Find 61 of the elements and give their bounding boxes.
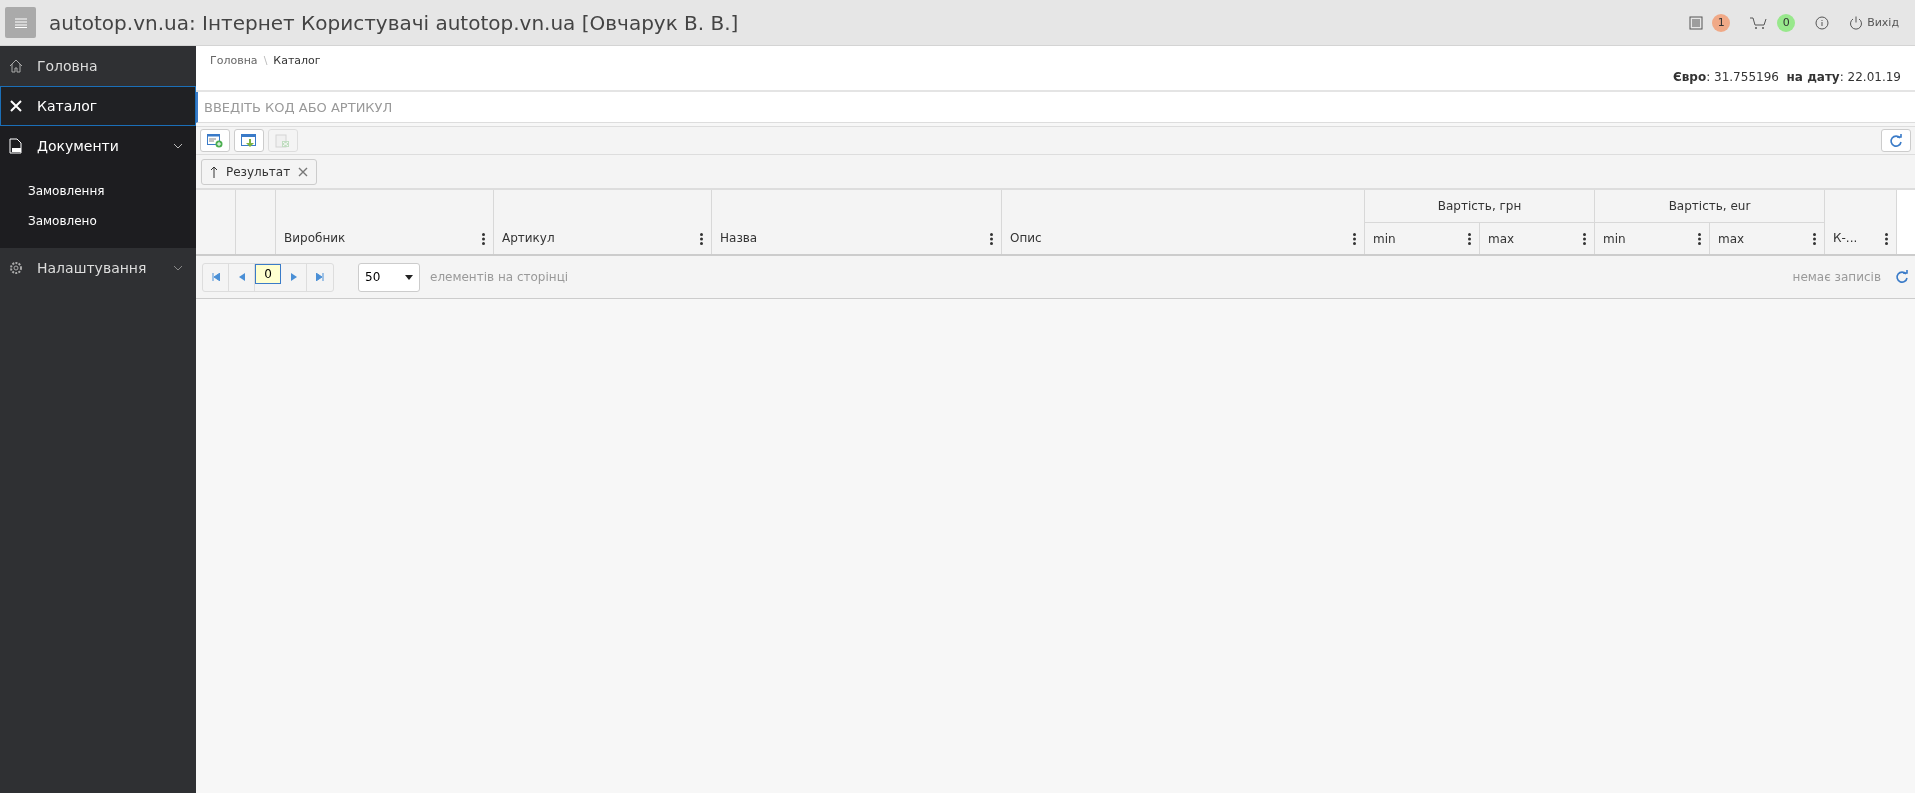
arrow-up-icon	[210, 165, 218, 178]
column-group-header: Вартість, eur	[1595, 190, 1825, 222]
last-page-icon	[316, 273, 324, 281]
next-page-icon	[290, 273, 297, 281]
page-number[interactable]: 0	[255, 263, 281, 284]
column-header[interactable]: Артикул	[494, 190, 712, 254]
submenu-item[interactable]: Замовлено	[0, 206, 196, 236]
breadcrumb-link[interactable]: Головна	[210, 54, 258, 67]
column-header[interactable]: Опис	[1002, 190, 1365, 254]
logout-button[interactable]: Вихід	[1849, 15, 1899, 30]
chevron-icon	[173, 265, 183, 271]
toolbar-button[interactable]	[200, 129, 230, 152]
home-icon	[9, 59, 23, 73]
column-menu-icon[interactable]	[1583, 232, 1586, 245]
submenu-item[interactable]: Замовлення	[0, 176, 196, 206]
add-table-icon	[207, 133, 223, 148]
excel-export-icon	[275, 133, 291, 148]
search-field[interactable]: ВВЕДІТЬ КОД АБО АРТИКУЛ	[196, 92, 1915, 123]
app-title: autotop.vn.ua: Інтернет Користувачі autotop.vn.ua [Овчарук В. В.]	[49, 10, 739, 35]
column-menu-icon[interactable]	[1468, 232, 1471, 245]
power-icon	[1849, 15, 1864, 30]
group-chip-label: Результат	[226, 164, 291, 179]
column-menu-icon[interactable]	[1885, 233, 1888, 245]
column-header[interactable]: min	[1365, 222, 1480, 254]
column-menu-icon[interactable]	[700, 233, 703, 245]
previous-page-icon	[238, 273, 245, 281]
records-status: немає записів	[1792, 270, 1881, 284]
column-menu-icon[interactable]	[1698, 232, 1701, 245]
column-header[interactable]: min	[1595, 222, 1710, 254]
chevron-icon	[173, 143, 183, 149]
page-size-dropdown[interactable]: 50	[358, 262, 420, 292]
count-badge: 0	[1777, 13, 1796, 32]
breadcrumb-separator: \	[263, 54, 268, 67]
gear-icon	[9, 261, 23, 275]
column-header[interactable]: Назва	[712, 190, 1002, 254]
download-table-icon	[241, 133, 257, 148]
column-menu-icon[interactable]	[482, 233, 485, 245]
close-icon[interactable]	[298, 166, 309, 177]
dropdown-caret-icon	[405, 274, 413, 280]
column-menu-icon[interactable]	[990, 233, 993, 245]
column-header[interactable]: max	[1710, 222, 1825, 254]
toolbar-button[interactable]	[234, 129, 264, 152]
document-icon	[9, 138, 23, 154]
group-chip[interactable]: Результат	[201, 158, 318, 185]
menu-icon	[14, 17, 27, 28]
column-header[interactable]: Виробник	[276, 190, 494, 254]
column-group-header: Вартість, грн	[1365, 190, 1595, 222]
refresh-button[interactable]	[1881, 129, 1911, 152]
cart-icon[interactable]	[1750, 15, 1769, 30]
refresh-icon[interactable]	[1895, 270, 1909, 284]
refresh-icon	[1889, 133, 1903, 148]
column-header[interactable]: max	[1480, 222, 1595, 254]
column-menu-icon[interactable]	[1813, 232, 1816, 245]
count-badge: 1	[1712, 13, 1731, 32]
page-size-label: елементів на сторінці	[430, 270, 569, 284]
column-menu-icon[interactable]	[1353, 233, 1356, 245]
breadcrumb-link[interactable]: Каталог	[273, 54, 321, 67]
sidebar-item[interactable]: Каталог	[0, 86, 196, 126]
exchange-rate: Євро: 31.755196 на дату: 22.01.19	[1672, 70, 1901, 84]
first-page-icon	[211, 273, 220, 281]
info-icon[interactable]	[1815, 15, 1830, 30]
